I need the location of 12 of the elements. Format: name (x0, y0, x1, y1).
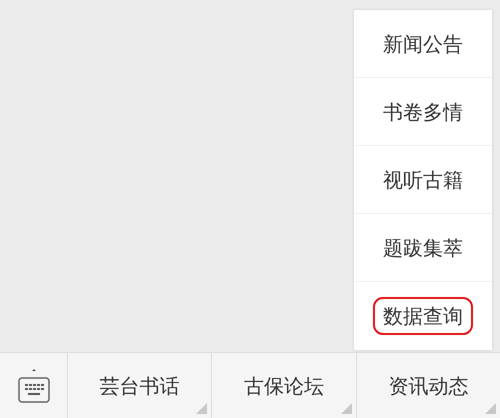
keyboard-icon (16, 368, 52, 402)
submenu-corner-icon (484, 403, 496, 414)
menu-button[interactable]: 资讯动态 (356, 353, 500, 418)
submenu-corner-icon (196, 403, 208, 414)
menu-item[interactable]: 新闻公告 (354, 10, 492, 78)
submenu-corner-icon (340, 403, 352, 414)
menu-button[interactable]: 芸台书话 (68, 353, 212, 418)
menu-item[interactable]: 视听古籍 (354, 146, 492, 214)
menu-button[interactable]: 古保论坛 (212, 353, 357, 418)
menu-item[interactable]: 题跋集萃 (354, 214, 492, 282)
menu-item[interactable]: 数据查询 (373, 297, 473, 335)
menu-item[interactable]: 书卷多情 (354, 78, 492, 146)
